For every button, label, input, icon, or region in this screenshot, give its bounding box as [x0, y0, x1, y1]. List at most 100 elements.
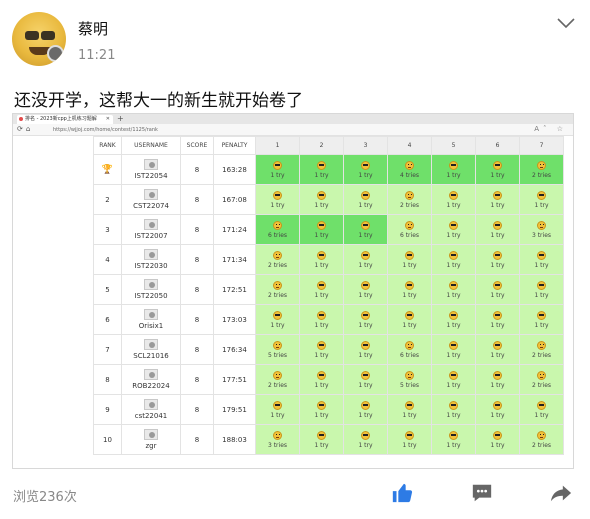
problem-result-cell[interactable]: 1 try	[343, 394, 388, 425]
problem-result-cell[interactable]: 3 tries	[255, 424, 300, 455]
problem-result-cell[interactable]: 1 try	[299, 244, 344, 275]
problem-result-cell[interactable]: 1 try	[299, 184, 344, 215]
problem-result-cell[interactable]: 1 try	[475, 304, 520, 335]
problem-result-cell[interactable]: 1 try	[299, 154, 344, 185]
username-cell[interactable]: IST22007	[121, 214, 181, 245]
problem-result-cell[interactable]: 2 tries	[387, 184, 432, 215]
problem-result-cell[interactable]: 1 try	[519, 274, 564, 305]
problem-result-cell[interactable]: 1 try	[387, 304, 432, 335]
problem-result-cell[interactable]: 2 tries	[255, 274, 300, 305]
problem-result-cell[interactable]: 1 try	[299, 274, 344, 305]
problem-result-cell[interactable]: 1 try	[475, 154, 520, 185]
problem-result-cell[interactable]: 1 try	[431, 334, 476, 365]
problem-result-cell[interactable]: 1 try	[343, 244, 388, 275]
problem-result-cell[interactable]: 1 try	[475, 394, 520, 425]
comment-icon[interactable]	[471, 482, 493, 504]
problem-result-cell[interactable]: 1 try	[431, 184, 476, 215]
problem-result-cell[interactable]: 1 try	[475, 244, 520, 275]
problem-result-cell[interactable]: 1 try	[299, 304, 344, 335]
problem-result-cell[interactable]: 5 tries	[255, 334, 300, 365]
problem-result-cell[interactable]: 1 try	[387, 274, 432, 305]
problem-result-cell[interactable]: 1 try	[255, 304, 300, 335]
problem-result-cell[interactable]: 1 try	[299, 364, 344, 395]
tries-label: 1 try	[314, 321, 329, 329]
problem-result-cell[interactable]: 1 try	[299, 394, 344, 425]
column-header[interactable]: 2	[299, 136, 344, 155]
problem-result-cell[interactable]: 2 tries	[519, 424, 564, 455]
problem-result-cell[interactable]: 1 try	[299, 334, 344, 365]
username-cell[interactable]: cst22041	[121, 394, 181, 425]
problem-result-cell[interactable]: 1 try	[475, 424, 520, 455]
username-cell[interactable]: CST22074	[121, 184, 181, 215]
problem-result-cell[interactable]: 1 try	[475, 334, 520, 365]
tries-label: 1 try	[314, 231, 329, 239]
problem-result-cell[interactable]: 6 tries	[255, 214, 300, 245]
problem-result-cell[interactable]: 1 try	[255, 154, 300, 185]
problem-result-cell[interactable]: 1 try	[299, 424, 344, 455]
problem-result-cell[interactable]: 1 try	[475, 214, 520, 245]
problem-result-cell[interactable]: 2 tries	[519, 364, 564, 395]
problem-result-cell[interactable]: 4 tries	[387, 154, 432, 185]
problem-result-cell[interactable]: 6 tries	[387, 334, 432, 365]
avatar[interactable]	[12, 12, 66, 66]
problem-result-cell[interactable]: 1 try	[343, 154, 388, 185]
problem-result-cell[interactable]: 2 tries	[519, 154, 564, 185]
column-header[interactable]: 7	[519, 136, 564, 155]
column-header[interactable]: 4	[387, 136, 432, 155]
problem-result-cell[interactable]: 1 try	[343, 424, 388, 455]
problem-result-cell[interactable]: 1 try	[387, 244, 432, 275]
problem-result-cell[interactable]: 1 try	[519, 184, 564, 215]
problem-result-cell[interactable]: 1 try	[431, 364, 476, 395]
problem-result-cell[interactable]: 2 tries	[519, 334, 564, 365]
problem-result-cell[interactable]: 1 try	[519, 244, 564, 275]
problem-result-cell[interactable]: 1 try	[431, 214, 476, 245]
column-header[interactable]: 1	[255, 136, 300, 155]
username-cell[interactable]: IST22050	[121, 274, 181, 305]
problem-result-cell[interactable]: 1 try	[475, 274, 520, 305]
thumbs-up-icon[interactable]	[391, 482, 413, 504]
problem-result-cell[interactable]: 1 try	[475, 364, 520, 395]
share-icon[interactable]	[550, 482, 572, 504]
problem-result-cell[interactable]: 1 try	[519, 304, 564, 335]
username-cell[interactable]: ROB22024	[121, 364, 181, 395]
problem-result-cell[interactable]: 1 try	[343, 334, 388, 365]
problem-result-cell[interactable]: 1 try	[431, 394, 476, 425]
user-avatar-icon	[144, 219, 158, 230]
problem-result-cell[interactable]: 1 try	[299, 214, 344, 245]
problem-result-cell[interactable]: 1 try	[475, 184, 520, 215]
problem-result-cell[interactable]: 1 try	[431, 274, 476, 305]
tries-label: 1 try	[358, 291, 373, 299]
column-header[interactable]: 5	[431, 136, 476, 155]
column-header[interactable]: 3	[343, 136, 388, 155]
problem-result-cell[interactable]: 5 tries	[387, 364, 432, 395]
problem-result-cell[interactable]: 1 try	[519, 394, 564, 425]
score-cell: 8	[180, 424, 214, 455]
problem-result-cell[interactable]: 1 try	[431, 424, 476, 455]
username-cell[interactable]: IST22054	[121, 154, 181, 185]
chevron-down-icon[interactable]	[556, 16, 576, 30]
column-header[interactable]: 6	[475, 136, 520, 155]
username-cell[interactable]: zgr	[121, 424, 181, 455]
problem-result-cell[interactable]: 2 tries	[255, 364, 300, 395]
problem-result-cell[interactable]: 2 tries	[255, 244, 300, 275]
username-cell[interactable]: Orisix1	[121, 304, 181, 335]
ranking-screenshot[interactable]: 排名 - 2023新cpp上机练习题解 ✕ + ⟳⌂ https://wjjoj…	[12, 113, 574, 469]
problem-result-cell[interactable]: 1 try	[431, 304, 476, 335]
username-cell[interactable]: SCL21016	[121, 334, 181, 365]
tries-label: 5 tries	[399, 381, 420, 389]
problem-result-cell[interactable]: 1 try	[343, 274, 388, 305]
problem-result-cell[interactable]: 3 tries	[519, 214, 564, 245]
username-cell[interactable]: IST22030	[121, 244, 181, 275]
problem-result-cell[interactable]: 1 try	[255, 184, 300, 215]
problem-result-cell[interactable]: 1 try	[343, 364, 388, 395]
problem-result-cell[interactable]: 1 try	[387, 424, 432, 455]
author-name[interactable]: 蔡明	[78, 18, 108, 39]
problem-result-cell[interactable]: 1 try	[343, 184, 388, 215]
problem-result-cell[interactable]: 1 try	[387, 394, 432, 425]
problem-result-cell[interactable]: 1 try	[431, 244, 476, 275]
problem-result-cell[interactable]: 1 try	[255, 394, 300, 425]
problem-result-cell[interactable]: 1 try	[343, 304, 388, 335]
problem-result-cell[interactable]: 6 tries	[387, 214, 432, 245]
problem-result-cell[interactable]: 1 try	[343, 214, 388, 245]
problem-result-cell[interactable]: 1 try	[431, 154, 476, 185]
